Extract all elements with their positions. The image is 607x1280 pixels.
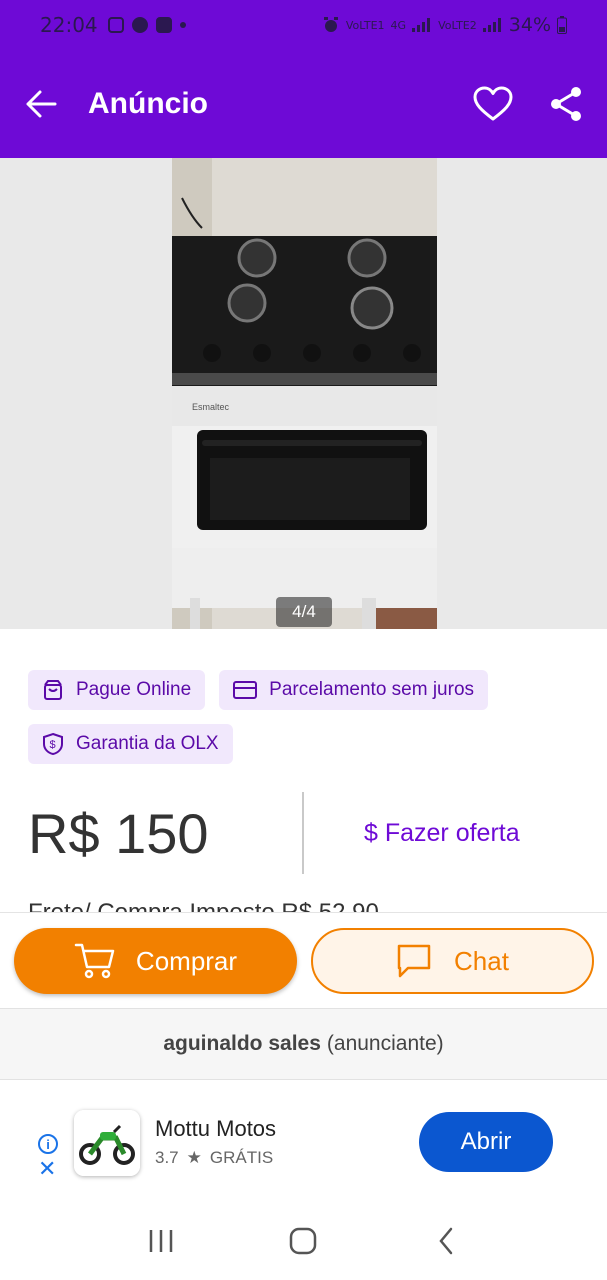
battery-level: 34% [508, 14, 551, 36]
ad-close-icon[interactable]: ✕ [38, 1158, 56, 1180]
action-bar: Comprar Chat [0, 912, 607, 1008]
messenger-icon [131, 17, 148, 33]
back-arrow-icon [26, 90, 57, 118]
star-icon: ★ [186, 1148, 202, 1167]
recent-apps-icon [149, 1230, 173, 1252]
badge-label: Parcelamento sem juros [269, 679, 475, 700]
stove-photo[interactable]: Esmaltec [172, 158, 437, 629]
seller-row[interactable]: aguinaldo sales (anunciante) [0, 1008, 607, 1080]
favorite-button[interactable] [473, 86, 513, 122]
ad-rating: 3.7 [155, 1148, 179, 1167]
badge-label: Pague Online [76, 679, 192, 700]
buy-label: Comprar [135, 945, 238, 976]
badge-pague-online: Pague Online [28, 670, 206, 710]
system-nav-bar [0, 1202, 607, 1280]
heart-icon [473, 86, 513, 121]
network-4g: 4G [390, 18, 407, 32]
signal-icon [482, 18, 501, 32]
chat-bubble-icon [397, 944, 431, 978]
network-volte2: VoLTE2 [438, 18, 477, 32]
alarm-icon [323, 17, 338, 32]
ad-app-logo[interactable] [74, 1110, 140, 1176]
home-button[interactable] [273, 1211, 333, 1271]
photo-gallery[interactable]: Esmaltec 4/4 [0, 158, 607, 629]
ad-info-icon[interactable]: i [38, 1134, 58, 1154]
price-row: R$ 150 $ Fazer oferta [0, 790, 607, 876]
app-bar: Anúncio [0, 50, 607, 158]
share-icon [551, 87, 581, 121]
status-time: 22:04 [40, 13, 98, 37]
ad-meta: 3.7 ★ GRÁTIS [155, 1148, 273, 1168]
home-icon [290, 1227, 317, 1255]
svg-text:$: $ [50, 739, 56, 751]
make-offer-button[interactable]: $ Fazer oferta [364, 819, 520, 848]
battery-icon [557, 16, 567, 34]
badge-label: Garantia da OLX [76, 733, 219, 754]
back-button[interactable] [24, 89, 58, 119]
shield-dollar-icon: $ [43, 732, 63, 756]
status-notification-icons [107, 17, 186, 33]
brand-text: Esmaltec [192, 402, 230, 412]
nav-back-button[interactable] [416, 1211, 476, 1271]
seller-name: aguinaldo sales [163, 1032, 321, 1055]
page-title: Anúncio [88, 87, 208, 120]
photo-counter: 4/4 [276, 597, 332, 627]
price-divider [302, 792, 304, 874]
bag-icon [44, 680, 62, 700]
network-volte1: VoLTE1 [345, 18, 385, 32]
ad-app-name: Mottu Motos [155, 1116, 277, 1141]
card-icon [233, 681, 258, 699]
badge-garantia: $ Garantia da OLX [28, 724, 233, 764]
nav-back-icon [439, 1227, 453, 1255]
signal-icon [412, 18, 431, 32]
cart-icon [74, 943, 115, 979]
share-button[interactable] [549, 86, 583, 122]
ad-price: GRÁTIS [209, 1148, 274, 1167]
seller-role: (anunciante) [326, 1032, 444, 1055]
status-right-group: VoLTE1 4G VoLTE2 34% [322, 14, 567, 36]
recent-apps-button[interactable] [131, 1211, 191, 1271]
status-bar: 22:04 VoLTE1 4G VoLTE2 34% [0, 0, 607, 50]
stove-illustration: Esmaltec [172, 158, 437, 629]
buy-button[interactable]: Comprar [14, 928, 297, 994]
badges-row: Pague Online Parcelamento sem juros $ Ga… [28, 670, 588, 764]
chat-label: Chat [454, 945, 509, 976]
motorcycle-icon [74, 1110, 140, 1176]
gallery-icon [155, 17, 172, 33]
instagram-icon [107, 17, 124, 33]
price-value: R$ 150 [28, 801, 209, 865]
chat-button[interactable]: Chat [311, 928, 594, 994]
more-notifications-icon [179, 22, 186, 28]
badge-parcelamento: Parcelamento sem juros [219, 670, 489, 710]
ad-open-button[interactable]: Abrir [419, 1112, 553, 1172]
